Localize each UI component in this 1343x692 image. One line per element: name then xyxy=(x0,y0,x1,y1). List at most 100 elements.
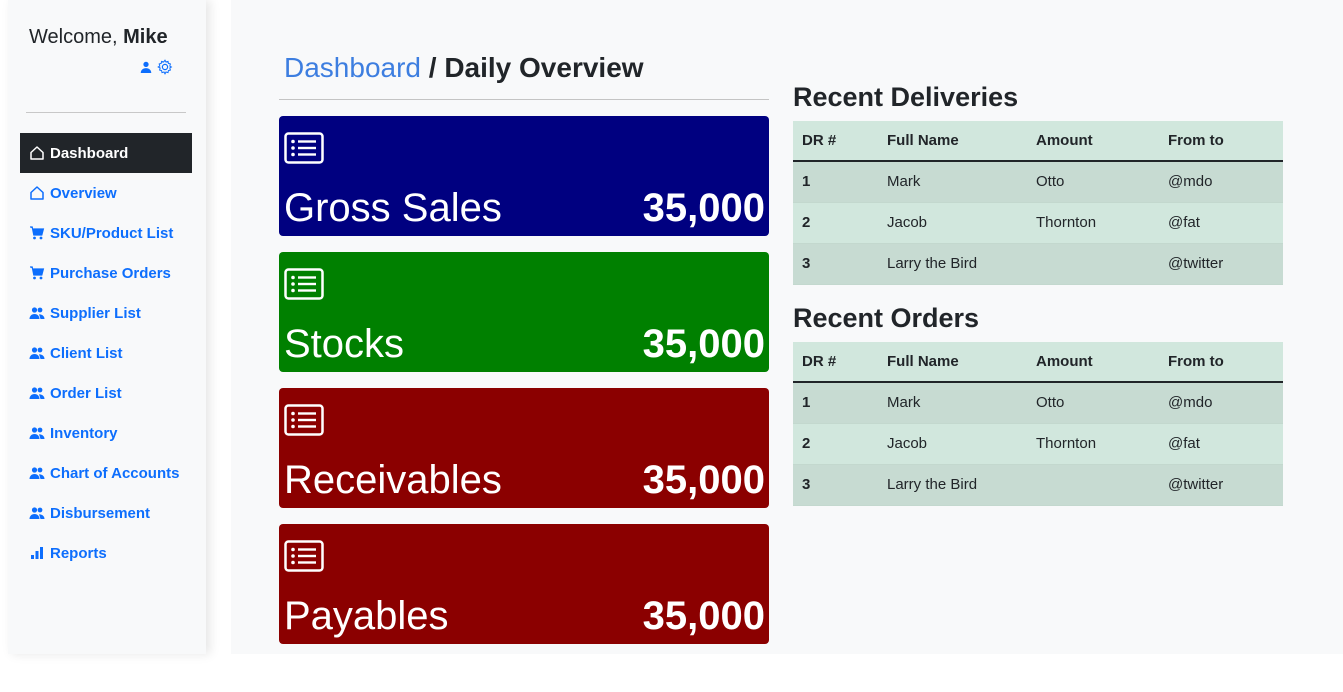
sidebar-item-label: Dashboard xyxy=(50,144,129,162)
cell-full-name: Larry the Bird xyxy=(887,476,978,493)
cell-full-name: Jacob xyxy=(887,214,928,231)
cell-amount: Otto xyxy=(1036,394,1065,412)
column-header: From to xyxy=(1159,342,1283,383)
card-stocks[interactable]: Stocks 35,000 xyxy=(279,252,769,372)
list-icon xyxy=(284,132,324,164)
cart-icon xyxy=(30,266,45,280)
table-header-row: DR # Full Name Amount From to xyxy=(793,342,1283,383)
people-icon xyxy=(29,347,45,359)
cell-from-to: @mdo xyxy=(1168,394,1213,412)
sidebar-item-overview[interactable]: Overview xyxy=(20,173,192,213)
card-value: 35,000 xyxy=(642,186,765,230)
user-actions xyxy=(140,59,173,75)
home-icon xyxy=(30,146,44,160)
table-row[interactable]: 2 Jacob Thornton @fat xyxy=(793,423,1283,464)
column-header: From to xyxy=(1159,121,1283,162)
sidebar-item-client-list[interactable]: Client List xyxy=(20,333,192,373)
sidebar-item-supplier-list[interactable]: Supplier List xyxy=(20,293,192,333)
recent-orders-title: Recent Orders xyxy=(793,303,980,333)
sidebar-nav: Dashboard Overview SKU/Product List Purc… xyxy=(20,133,192,573)
card-label: Receivables xyxy=(284,458,502,502)
people-icon xyxy=(29,387,45,399)
list-icon xyxy=(284,540,324,572)
sidebar-item-label: Supplier List xyxy=(50,304,141,322)
table-header-row: DR # Full Name Amount From to xyxy=(793,121,1283,162)
sidebar-item-label: SKU/Product List xyxy=(50,224,174,242)
cell-dr-number: 1 xyxy=(802,394,811,412)
cell-dr-number: 3 xyxy=(802,255,811,272)
heading-divider xyxy=(279,99,769,100)
main-content: Dashboard / Daily Overview Gross Sales 3… xyxy=(231,0,1343,654)
sidebar-item-label: Inventory xyxy=(50,424,118,442)
breadcrumb-dashboard-link[interactable]: Dashboard xyxy=(284,52,421,83)
cell-from-to: @fat xyxy=(1168,435,1200,452)
column-header: DR # xyxy=(793,342,878,383)
card-value: 35,000 xyxy=(642,322,765,366)
cell-dr-number: 3 xyxy=(802,476,811,493)
sidebar-item-dashboard[interactable]: Dashboard xyxy=(20,133,192,173)
card-value: 35,000 xyxy=(642,594,765,638)
bar-chart-icon xyxy=(31,547,43,559)
sidebar-item-label: Disbursement xyxy=(50,504,151,522)
recent-orders-table: DR # Full Name Amount From to 1 Mark Ott… xyxy=(793,342,1283,506)
column-header: Full Name xyxy=(878,342,1027,383)
sidebar-item-chart-of-accounts[interactable]: Chart of Accounts xyxy=(20,453,192,493)
card-payables[interactable]: Payables 35,000 xyxy=(279,524,769,644)
cell-full-name: Mark xyxy=(887,394,921,412)
sidebar-item-sku-product-list[interactable]: SKU/Product List xyxy=(20,213,192,253)
sidebar-item-label: Client List xyxy=(50,344,123,362)
list-icon xyxy=(284,404,324,436)
cell-from-to: @twitter xyxy=(1168,255,1224,272)
card-label: Payables xyxy=(284,594,449,638)
cell-from-to: @fat xyxy=(1168,214,1200,231)
sidebar-item-label: Chart of Accounts xyxy=(50,464,180,482)
column-header: Amount xyxy=(1027,342,1159,383)
cell-amount: Otto xyxy=(1036,173,1065,191)
sidebar-item-disbursement[interactable]: Disbursement xyxy=(20,493,192,533)
sidebar-item-purchase-orders[interactable]: Purchase Orders xyxy=(20,253,192,293)
column-header: Amount xyxy=(1027,121,1159,162)
people-icon xyxy=(29,467,45,479)
table-row[interactable]: 1 Mark Otto @mdo xyxy=(793,382,1283,423)
card-label: Gross Sales xyxy=(284,186,502,230)
table-row[interactable]: 3 Larry the Bird @twitter xyxy=(793,243,1283,284)
card-gross-sales[interactable]: Gross Sales 35,000 xyxy=(279,116,769,236)
sidebar-item-reports[interactable]: Reports xyxy=(20,533,192,573)
cell-dr-number: 2 xyxy=(802,214,811,231)
cell-amount: Thornton xyxy=(1036,214,1097,231)
table-row[interactable]: 2 Jacob Thornton @fat xyxy=(793,202,1283,243)
card-value: 35,000 xyxy=(642,458,765,502)
profile-icon[interactable] xyxy=(140,61,152,73)
list-icon xyxy=(284,268,324,300)
cell-amount xyxy=(1027,243,1159,284)
cell-from-to: @mdo xyxy=(1168,173,1213,191)
table-row[interactable]: 3 Larry the Bird @twitter xyxy=(793,464,1283,505)
sidebar-divider xyxy=(26,112,186,113)
cell-full-name: Larry the Bird xyxy=(887,255,978,272)
column-header: Full Name xyxy=(878,121,1027,162)
page-title: Daily Overview xyxy=(444,52,644,83)
user-name: Mike xyxy=(123,26,168,48)
people-icon xyxy=(29,507,45,519)
breadcrumb-separator: / xyxy=(428,52,437,83)
home-icon xyxy=(30,186,44,200)
cell-full-name: Jacob xyxy=(887,435,928,452)
cart-icon xyxy=(30,226,45,240)
sidebar-item-label: Reports xyxy=(50,544,107,562)
cell-dr-number: 2 xyxy=(802,435,811,452)
welcome-text: Welcome, Mike xyxy=(29,26,168,49)
recent-deliveries-title: Recent Deliveries xyxy=(793,82,1019,112)
page-heading: Dashboard / Daily Overview xyxy=(284,52,644,84)
cell-from-to: @twitter xyxy=(1168,476,1224,493)
sidebar-item-inventory[interactable]: Inventory xyxy=(20,413,192,453)
cell-full-name: Mark xyxy=(887,173,921,191)
card-receivables[interactable]: Receivables 35,000 xyxy=(279,388,769,508)
card-label: Stocks xyxy=(284,322,405,366)
sidebar-item-label: Order List xyxy=(50,384,122,402)
table-row[interactable]: 1 Mark Otto @mdo xyxy=(793,161,1283,202)
cell-amount: Thornton xyxy=(1036,435,1097,452)
sidebar-item-order-list[interactable]: Order List xyxy=(20,373,192,413)
sidebar-item-label: Purchase Orders xyxy=(50,264,171,282)
gear-icon[interactable] xyxy=(157,59,173,75)
sidebar-item-label: Overview xyxy=(50,184,117,202)
